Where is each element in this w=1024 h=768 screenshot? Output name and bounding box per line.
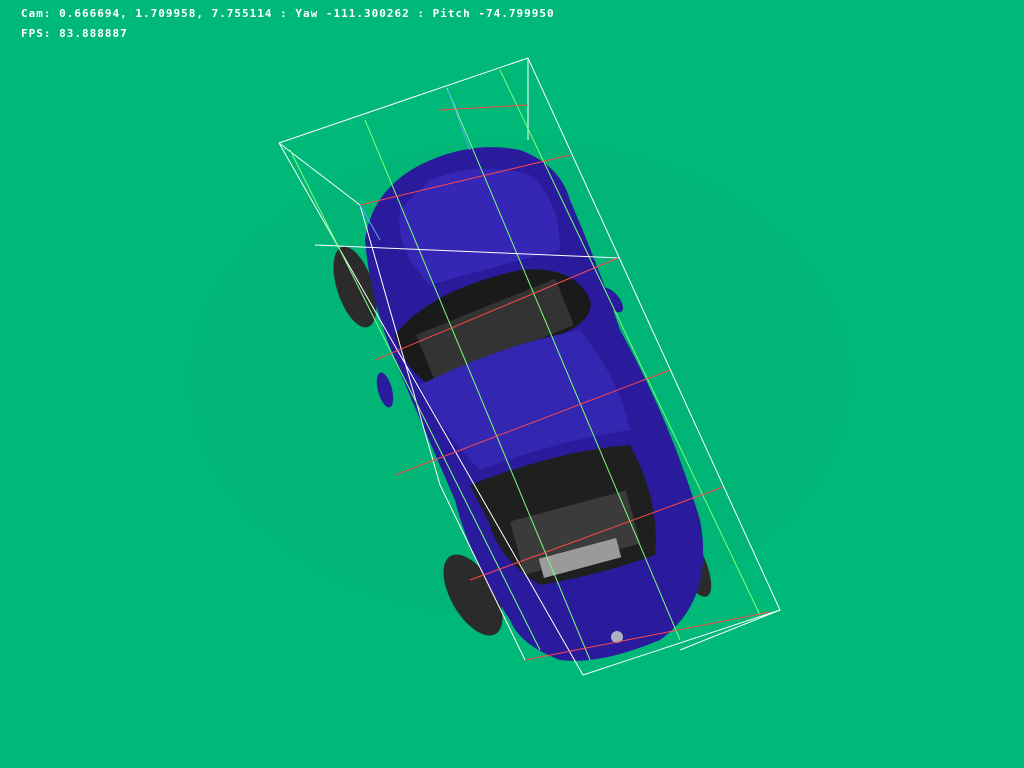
fps-readout: FPS: 83.888887 <box>21 27 128 40</box>
camera-readout: Cam: 0.666694, 1.709958, 7.755114 : Yaw … <box>21 7 555 20</box>
3d-viewport[interactable] <box>0 0 1024 768</box>
